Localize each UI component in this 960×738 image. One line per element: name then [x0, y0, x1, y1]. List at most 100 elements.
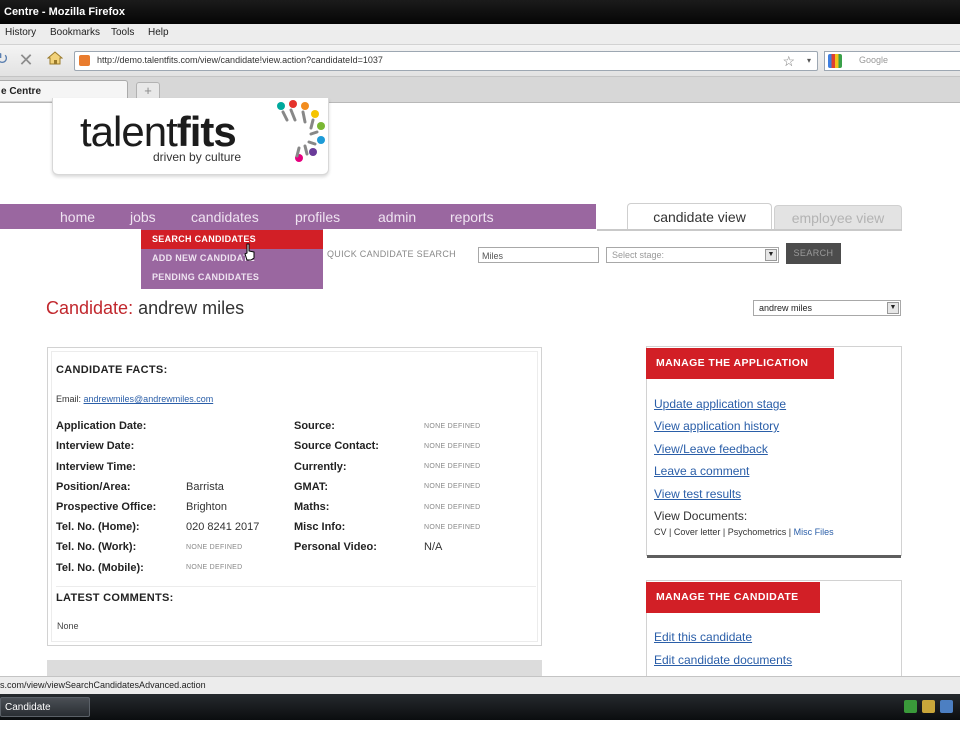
view-application-history-link[interactable]: View application history: [654, 419, 779, 433]
fact-label: Position/Area:: [56, 481, 131, 493]
fact-label: Currently:: [294, 461, 347, 473]
bookmark-star-icon[interactable]: ☆: [782, 52, 795, 70]
dropdown-search-candidates[interactable]: SEARCH CANDIDATES: [141, 230, 323, 249]
fact-label: Interview Time:: [56, 461, 136, 473]
email-link[interactable]: andrewmiles@andrewmiles.com: [84, 394, 214, 404]
manage-application-heading: MANAGE THE APPLICATION: [646, 348, 834, 379]
doc-link-psychometrics[interactable]: Psychometrics: [728, 527, 787, 537]
fact-label: Tel. No. (Mobile):: [56, 562, 144, 574]
fact-value-none: NONE DEFINED: [424, 443, 481, 450]
edit-candidate-link[interactable]: Edit this candidate: [654, 630, 752, 644]
fact-value: Brighton: [186, 501, 227, 513]
fact-value-none: NONE DEFINED: [424, 423, 481, 430]
email-row: Email: andrewmiles@andrewmiles.com: [56, 394, 213, 404]
logo-people-icon: [277, 100, 325, 162]
tray-icon[interactable]: [922, 700, 935, 713]
nav-admin[interactable]: admin: [378, 209, 416, 225]
google-icon: [828, 54, 842, 68]
document-links: CV | Cover letter | Psychometrics | Misc…: [654, 527, 834, 537]
dropdown-add-new-candidate[interactable]: ADD NEW CANDIDATE: [141, 249, 323, 268]
view-leave-feedback-link[interactable]: View/Leave feedback: [654, 442, 768, 456]
doc-link-cv[interactable]: CV: [654, 527, 667, 537]
fact-value: Barrista: [186, 481, 224, 493]
navigation-toolbar: ↻ ✕ http://demo.talentfits.com/view/cand…: [0, 45, 960, 77]
leave-comment-link[interactable]: Leave a comment: [654, 464, 749, 478]
fact-value: 020 8241 2017: [186, 521, 260, 533]
nav-jobs[interactable]: jobs: [130, 209, 156, 225]
menu-history[interactable]: History: [5, 27, 36, 38]
logo-wordmark: talentfits: [80, 108, 237, 155]
dropdown-pending-candidates[interactable]: PENDING CANDIDATES: [141, 268, 323, 287]
status-bar: s.com/view/viewSearchCandidatesAdvanced.…: [0, 676, 960, 695]
fact-label: Tel. No. (Work):: [56, 541, 137, 553]
comments-value: None: [57, 621, 79, 631]
manage-candidate-heading: MANAGE THE CANDIDATE: [646, 582, 820, 613]
tab-employee-view[interactable]: employee view: [774, 205, 902, 230]
doc-link-cover-letter[interactable]: Cover letter: [674, 527, 721, 537]
fact-value-none: NONE DEFINED: [424, 483, 481, 490]
url-bar[interactable]: http://demo.talentfits.com/view/candidat…: [74, 51, 818, 71]
site-favicon-icon: [79, 55, 90, 66]
hand-cursor-icon: [244, 243, 255, 261]
chevron-down-icon: ▼: [765, 249, 777, 261]
url-dropdown-icon[interactable]: ▾: [807, 52, 811, 70]
edit-candidate-documents-link[interactable]: Edit candidate documents: [654, 653, 792, 667]
candidate-select-value: andrew miles: [759, 303, 813, 313]
tray-icon[interactable]: [904, 700, 917, 713]
menu-help[interactable]: Help: [148, 27, 169, 38]
tray-icon[interactable]: [940, 700, 953, 713]
doc-link-misc-files[interactable]: Misc Files: [794, 527, 834, 537]
url-text: http://demo.talentfits.com/view/candidat…: [97, 55, 383, 65]
nav-home[interactable]: home: [60, 209, 95, 225]
view-documents-label: View Documents:: [654, 509, 748, 523]
fact-label: Prospective Office:: [56, 501, 157, 513]
nav-reports[interactable]: reports: [450, 209, 494, 225]
taskbar-window-button[interactable]: Candidate Centre...: [0, 697, 90, 733]
menu-bookmarks[interactable]: Bookmarks: [50, 27, 100, 38]
update-application-stage-link[interactable]: Update application stage: [654, 397, 786, 411]
menu-tools[interactable]: Tools: [111, 27, 134, 38]
nav-candidates[interactable]: candidates: [191, 209, 259, 225]
view-test-results-link[interactable]: View test results: [654, 487, 741, 501]
candidate-name: andrew miles: [138, 298, 245, 318]
stage-select[interactable]: Select stage: ▼: [606, 247, 779, 263]
next-panel-header: [47, 660, 542, 676]
facts-heading: CANDIDATE FACTS:: [56, 364, 168, 376]
os-taskbar: Candidate Centre...: [0, 694, 960, 733]
search-placeholder: Google: [859, 55, 889, 65]
fact-label: Source:: [294, 420, 335, 432]
nav-profiles[interactable]: profiles: [295, 209, 340, 225]
chevron-down-icon: ▼: [887, 302, 899, 314]
candidate-title: Candidate: andrew miles: [46, 298, 244, 319]
divider: [56, 586, 536, 587]
view-tabs-divider: [597, 229, 902, 231]
candidate-select[interactable]: andrew miles ▼: [753, 300, 901, 316]
fact-label: Application Date:: [56, 420, 147, 432]
talentfits-logo[interactable]: talentfits driven by culture: [52, 98, 329, 175]
candidate-label: Candidate:: [46, 298, 134, 318]
fact-label: Interview Date:: [56, 440, 135, 452]
stop-icon[interactable]: ✕: [16, 50, 36, 70]
fact-value-none: NONE DEFINED: [424, 504, 481, 511]
window-titlebar: Centre - Mozilla Firefox: [0, 0, 960, 24]
home-icon[interactable]: [45, 50, 65, 70]
panel-shadow: [647, 555, 901, 558]
browser-search-box[interactable]: Google: [824, 51, 960, 71]
fact-value-none: NONE DEFINED: [186, 564, 243, 571]
menu-bar: History Bookmarks Tools Help: [0, 24, 960, 45]
fact-label: GMAT:: [294, 481, 329, 493]
comments-heading: LATEST COMMENTS:: [56, 592, 174, 604]
fact-value: N/A: [424, 541, 443, 553]
quick-search-input[interactable]: Miles: [478, 247, 599, 263]
fact-value-none: NONE DEFINED: [186, 544, 243, 551]
fact-label: Source Contact:: [294, 440, 379, 452]
quick-search-label: QUICK CANDIDATE SEARCH: [327, 249, 456, 259]
logo-tagline: driven by culture: [153, 150, 242, 164]
main-nav: home jobs candidates profiles admin repo…: [0, 204, 596, 229]
fact-value-none: NONE DEFINED: [424, 524, 481, 531]
reload-icon[interactable]: ↻: [0, 50, 12, 70]
fact-label: Maths:: [294, 501, 330, 513]
tab-candidate-view[interactable]: candidate view: [627, 203, 772, 231]
fact-label: Tel. No. (Home):: [56, 521, 140, 533]
search-button[interactable]: SEARCH: [786, 243, 841, 264]
